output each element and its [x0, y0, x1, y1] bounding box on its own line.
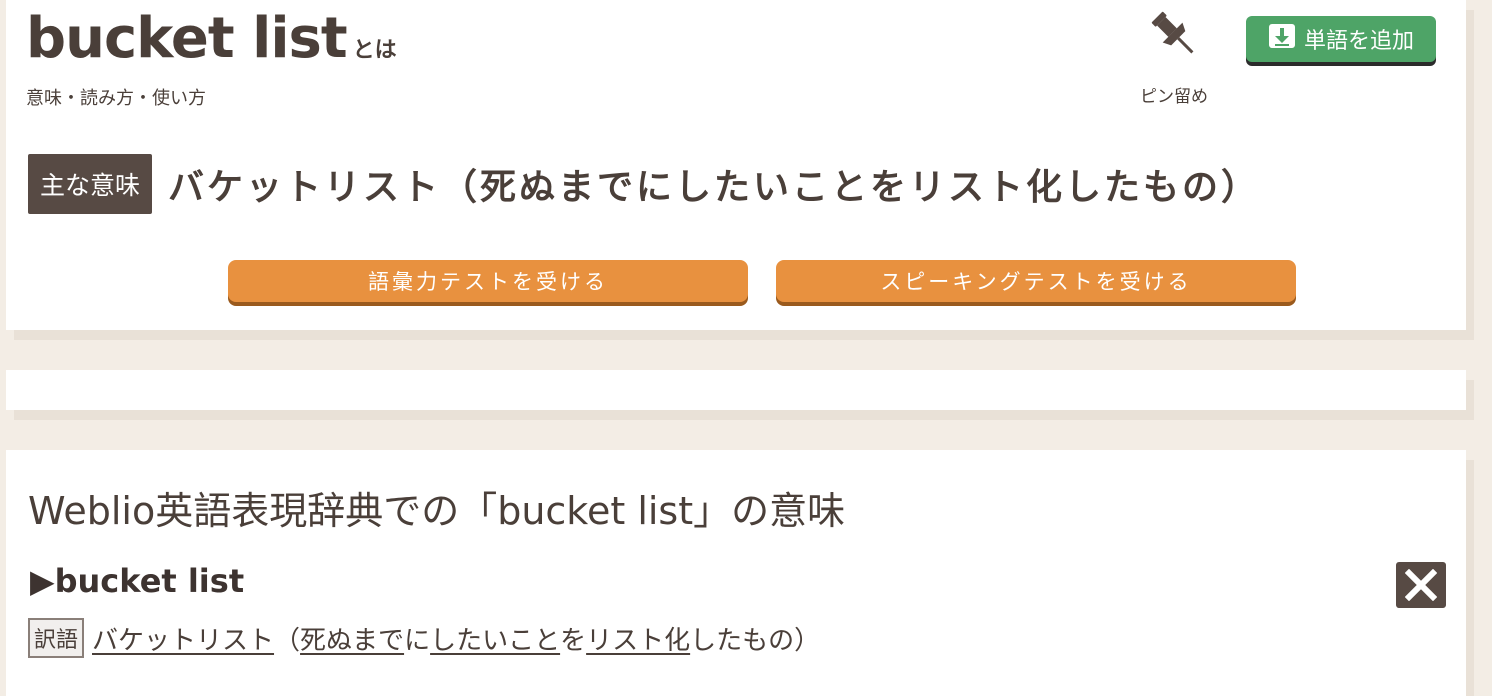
headword: bucket list [26, 6, 348, 71]
main-meaning-badge: 主な意味 [28, 154, 153, 214]
headword-suffix: とは [352, 38, 397, 63]
entry-headword: ▶bucket list [30, 562, 245, 600]
dictionary-card: Weblio英語表現辞典での「bucket list」の意味 ▶bucket l… [6, 450, 1466, 696]
translation-line: 訳語 バケットリスト （ 死ぬまで に したいこと を リスト化 したもの） [28, 618, 820, 658]
translation-text: したもの） [690, 625, 821, 656]
pin-button[interactable]: ピン留め [1124, 4, 1224, 107]
download-icon [1268, 23, 1296, 55]
headword-title: bucket list とは [26, 6, 397, 71]
spacer-card [6, 370, 1466, 410]
translation-link[interactable]: リスト化 [586, 620, 690, 657]
page-subtitle: 意味・読み方・使い方 [26, 88, 206, 109]
speaking-test-button[interactable]: スピーキングテストを受ける [776, 260, 1296, 302]
section-title: Weblio英語表現辞典での「bucket list」の意味 [28, 489, 846, 533]
translation-link[interactable]: 死ぬまで [300, 620, 404, 657]
add-word-button[interactable]: 単語を追加 [1246, 16, 1436, 62]
translation-text: に [404, 625, 431, 656]
translation-link[interactable]: バケットリスト [92, 620, 274, 657]
main-meaning-text: バケットリスト（死ぬまでにしたいことをリスト化したもの） [168, 167, 1261, 208]
close-button[interactable] [1396, 562, 1446, 608]
pin-label: ピン留め [1140, 87, 1208, 107]
add-word-label: 単語を追加 [1303, 29, 1414, 54]
translation-text: を [560, 625, 587, 656]
translation-text: （ [274, 625, 301, 656]
translation-badge: 訳語 [28, 618, 85, 658]
translation-link[interactable]: したいこと [430, 620, 560, 657]
main-meaning: 主な意味 バケットリスト（死ぬまでにしたいことをリスト化したもの） [28, 154, 1260, 214]
word-header-card: bucket list とは 意味・読み方・使い方 ピン留め 単語を追加 主な意… [6, 0, 1466, 330]
vocab-test-button[interactable]: 語彙力テストを受ける [228, 260, 748, 302]
pushpin-icon [1151, 11, 1194, 54]
close-icon [1405, 569, 1437, 601]
